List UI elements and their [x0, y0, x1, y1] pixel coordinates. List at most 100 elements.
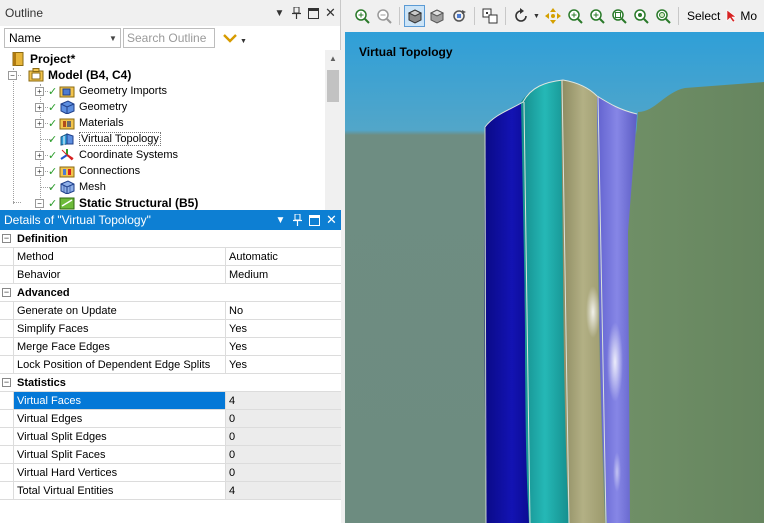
box-zoom-icon[interactable] [586, 5, 607, 27]
magnifier-icon[interactable] [652, 5, 673, 27]
zoom-icon[interactable] [564, 5, 585, 27]
property-row-virtual-split-faces[interactable]: Virtual Split Faces 0 [0, 446, 341, 464]
property-row-virtual-edges[interactable]: Virtual Edges 0 [0, 410, 341, 428]
outline-maximize-icon[interactable] [306, 5, 321, 21]
tree-item-label: Geometry Imports [79, 85, 168, 97]
model-render [345, 32, 764, 523]
tree-item-label: Mesh [79, 181, 106, 193]
zoom-to-fit-icon[interactable] [608, 5, 629, 27]
tree-item-mesh[interactable]: ✓ Mesh [48, 179, 106, 195]
scroll-thumb[interactable] [327, 70, 339, 102]
section-label: Advanced [17, 286, 70, 299]
details-titlebar: Details of "Virtual Topology" ▼ ✕ [0, 210, 341, 230]
checkmark-icon: ✓ [48, 197, 58, 210]
filter-options-button[interactable]: ▼ [223, 32, 247, 45]
property-row-behavior[interactable]: Behavior Medium [0, 266, 341, 284]
tree-item-label: Coordinate Systems [79, 149, 179, 161]
expand-icon[interactable]: + [35, 166, 44, 176]
outline-menu-icon[interactable]: ▼ [272, 5, 287, 21]
collapse-section-icon[interactable]: − [2, 378, 11, 387]
details-close-icon[interactable]: ✕ [324, 212, 339, 228]
tree-item-materials[interactable]: + ✓ Materials [35, 115, 124, 131]
tree-item-model[interactable]: − Model (B4, C4) [8, 67, 131, 83]
specular-highlight [586, 286, 600, 338]
zoom-in-icon[interactable] [351, 5, 372, 27]
scroll-up-icon[interactable]: ▲ [325, 52, 341, 66]
section-advanced[interactable]: − Advanced [0, 284, 341, 302]
select-label: Select [687, 9, 721, 23]
tree-item-label: Materials [79, 117, 124, 129]
tree-item-geometry-imports[interactable]: + ✓ Geometry Imports [35, 83, 167, 99]
coordinate-systems-icon [59, 148, 75, 162]
section-label: Statistics [17, 376, 66, 389]
collapse-section-icon[interactable]: − [2, 288, 11, 297]
property-row-merge-face-edges[interactable]: Merge Face Edges Yes [0, 338, 341, 356]
tree-item-static-structural[interactable]: − ✓ Static Structural (B5) [35, 195, 198, 210]
property-value-generate-on-update[interactable]: No [225, 302, 341, 319]
property-key: Virtual Hard Vertices [13, 464, 225, 481]
expand-icon[interactable]: + [35, 86, 44, 96]
property-value-behavior[interactable]: Medium [225, 266, 341, 283]
zoom-fit-all-icon[interactable] [630, 5, 651, 27]
search-outline-input[interactable] [123, 28, 215, 48]
checkmark-icon: ✓ [48, 101, 58, 114]
zoom-out-icon[interactable] [373, 5, 394, 27]
property-value-simplify-faces[interactable]: Yes [225, 320, 341, 337]
graphics-toolbar: ▼ Select Mo [345, 0, 764, 32]
property-row-method[interactable]: Method Automatic [0, 248, 341, 266]
tree-item-geometry[interactable]: + ✓ Geometry [35, 99, 127, 115]
property-row-generate-on-update[interactable]: Generate on Update No [0, 302, 341, 320]
outline-pin-icon[interactable] [289, 5, 304, 21]
collapse-icon[interactable]: − [35, 198, 44, 208]
rotate-dropdown-icon[interactable]: ▼ [532, 5, 541, 27]
property-value-merge-face-edges[interactable]: Yes [225, 338, 341, 355]
rotate-icon[interactable] [510, 5, 531, 27]
graphics-viewport[interactable]: Virtual Topology [345, 32, 764, 523]
section-statistics[interactable]: − Statistics [0, 374, 341, 392]
details-menu-icon[interactable]: ▼ [273, 212, 288, 228]
property-value-method[interactable]: Automatic [225, 248, 341, 265]
iso-view-icon[interactable] [404, 5, 425, 27]
filter-field-select[interactable]: Name ▼ [4, 28, 121, 48]
property-row-lock-position[interactable]: Lock Position of Dependent Edge Splits Y… [0, 356, 341, 374]
tree-item-coordinate-systems[interactable]: + ✓ Coordinate Systems [35, 147, 178, 163]
outline-scrollbar[interactable]: ▲ [325, 50, 341, 210]
outline-close-icon[interactable]: ✕ [323, 5, 338, 21]
property-row-virtual-hard-vertices[interactable]: Virtual Hard Vertices 0 [0, 464, 341, 482]
collapse-section-icon[interactable]: − [2, 234, 11, 243]
expand-icon[interactable]: + [35, 102, 44, 112]
property-row-virtual-faces[interactable]: Virtual Faces 4 [0, 392, 341, 410]
details-pin-icon[interactable] [290, 212, 305, 228]
tree-item-project[interactable]: Project* [10, 51, 75, 67]
connections-icon [59, 164, 75, 178]
property-value-virtual-edges: 0 [225, 410, 341, 427]
select-mode-button[interactable]: Select Mo [687, 9, 757, 23]
pan-icon[interactable] [542, 5, 563, 27]
property-value-virtual-split-edges: 0 [225, 428, 341, 445]
window-layout-icon[interactable] [479, 5, 500, 27]
rotate-view-icon[interactable] [448, 5, 469, 27]
shaded-view-icon[interactable] [426, 5, 447, 27]
property-value-lock-position[interactable]: Yes [225, 356, 341, 373]
geometry-icon [59, 100, 75, 114]
tree-item-virtual-topology[interactable]: ✓ Virtual Topology [48, 131, 161, 147]
property-row-simplify-faces[interactable]: Simplify Faces Yes [0, 320, 341, 338]
face-right [628, 82, 764, 523]
outline-titlebar: Outline ▼ ✕ [0, 0, 340, 26]
expand-icon[interactable]: + [35, 118, 44, 128]
details-maximize-icon[interactable] [307, 212, 322, 228]
checkmark-icon: ✓ [48, 149, 58, 162]
checkmark-icon: ✓ [48, 85, 58, 98]
section-definition[interactable]: − Definition [0, 230, 341, 248]
tree-item-label: Static Structural (B5) [79, 196, 199, 210]
tree-item-connections[interactable]: + ✓ Connections [35, 163, 140, 179]
property-key: Virtual Split Edges [13, 428, 225, 445]
property-key: Virtual Edges [13, 410, 225, 427]
property-row-total-virtual-entities[interactable]: Total Virtual Entities 4 [0, 482, 341, 500]
details-property-grid: − Definition Method Automatic Behavior M… [0, 230, 341, 500]
collapse-icon[interactable]: − [8, 70, 17, 80]
tree-item-label: Geometry [79, 101, 128, 113]
property-row-virtual-split-edges[interactable]: Virtual Split Edges 0 [0, 428, 341, 446]
expand-icon[interactable]: + [35, 150, 44, 160]
tree-item-label: Project* [30, 52, 76, 66]
